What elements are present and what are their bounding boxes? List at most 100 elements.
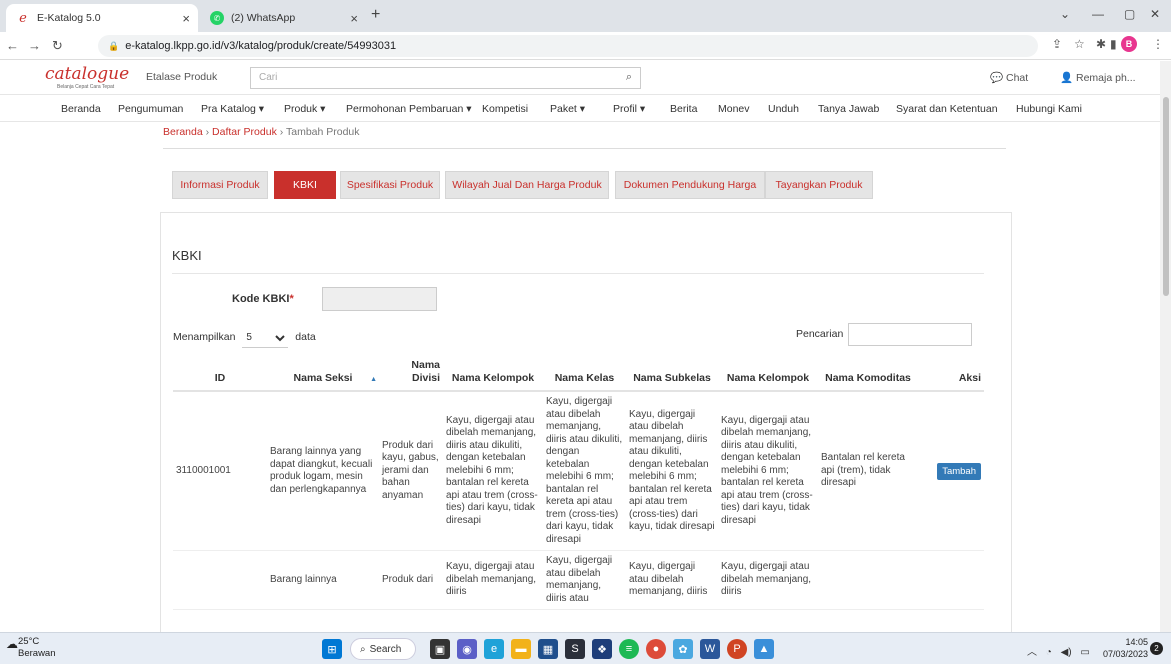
bookmark-star-icon[interactable]: ☆ (1074, 37, 1085, 51)
site-logo[interactable]: catalogue Belanja Cepat Cara Tepat (45, 64, 129, 90)
menu-pra-katalog[interactable]: Pra Katalog ▾ (201, 103, 264, 115)
weather-desc: Berawan (18, 648, 56, 659)
url-bar[interactable]: 🔒 e-katalog.lkpp.go.id/v3/katalog/produk… (98, 35, 1038, 57)
back-icon[interactable]: ← (6, 38, 19, 53)
divider (163, 148, 1006, 149)
close-window-icon[interactable]: ✕ (1150, 7, 1160, 21)
scrollbar-thumb[interactable] (1163, 97, 1169, 296)
taskbar-search[interactable]: ⌕ Search (350, 638, 416, 660)
menu-tanya-jawab[interactable]: Tanya Jawab (818, 103, 879, 115)
close-tab-icon[interactable]: × (350, 11, 358, 26)
menu-syarat-ketentuan[interactable]: Syarat dan Ketentuan (896, 103, 998, 115)
etalase-link[interactable]: Etalase Produk (146, 71, 217, 83)
sort-asc-icon: ▲ (370, 376, 377, 383)
chevron-up-icon[interactable]: ︿ (1027, 647, 1037, 658)
menu-kompetisi[interactable]: Kompetisi (482, 103, 528, 115)
file-explorer-icon[interactable]: ▬ (511, 639, 531, 659)
menu-monev[interactable]: Monev (718, 103, 750, 115)
forward-icon[interactable]: → (28, 38, 41, 53)
extensions-icon[interactable]: ✱ (1096, 37, 1106, 51)
tab-ekatalog[interactable]: e E-Katalog 5.0 × (6, 4, 198, 32)
kode-kbki-input[interactable] (322, 287, 437, 311)
tambah-button[interactable]: Tambah (937, 462, 981, 480)
col-id[interactable]: ID (173, 355, 267, 392)
tab-title: E-Katalog 5.0 (37, 12, 101, 24)
page-length-control: Menampilkan 5 data (173, 328, 316, 348)
site-search-input[interactable]: Cari ⌕ (250, 67, 641, 89)
breadcrumb-daftar-produk[interactable]: Daftar Produk (212, 126, 277, 138)
clock-time: 14:05 (1125, 637, 1148, 647)
col-nama-kelompok-2[interactable]: Nama Kelompok (718, 355, 818, 392)
data-label: data (295, 331, 316, 343)
chrome-icon[interactable]: ● (646, 639, 666, 659)
close-tab-icon[interactable]: × (182, 11, 190, 26)
system-tray[interactable]: ︿ ◔ ◀) ▭ (1027, 643, 1090, 658)
browser-menu-icon[interactable]: ⋮ (1152, 37, 1164, 51)
table-header-row: ID Nama Seksi ▲ Nama Divisi Nama Kelompok… (173, 355, 984, 392)
weather-widget[interactable]: ☁ 25°C Berawan (6, 636, 56, 660)
cell-aksi: Tambah (918, 391, 984, 551)
chat-app-icon[interactable]: ◉ (457, 639, 477, 659)
menu-permohonan-pembaruan[interactable]: Permohonan Pembaruan ▾ (346, 103, 472, 115)
cell-nama-kelas: Kayu, digergaji atau dibelah memanjang, … (543, 550, 626, 610)
url-text: e-katalog.lkpp.go.id/v3/katalog/produk/c… (125, 40, 397, 52)
menu-unduh[interactable]: Unduh (768, 103, 799, 115)
share-icon[interactable]: ⇪ (1052, 37, 1062, 51)
tab-spesifikasi-produk[interactable]: Spesifikasi Produk (340, 171, 440, 199)
col-nama-divisi[interactable]: Nama Divisi (379, 355, 443, 392)
windows-start-icon[interactable]: ⊞ (322, 639, 342, 659)
edge-icon[interactable]: e (484, 639, 504, 659)
kode-kbki-label: Kode KBKI* (232, 293, 294, 305)
photos-icon[interactable]: ▲ (754, 639, 774, 659)
menu-hubungi-kami[interactable]: Hubungi Kami (1016, 103, 1082, 115)
breadcrumb-home[interactable]: Beranda (163, 126, 203, 138)
minimize-icon[interactable]: — (1092, 7, 1104, 21)
battery-icon: ▭ (1080, 647, 1090, 658)
col-nama-kelas[interactable]: Nama Kelas (543, 355, 626, 392)
cell-id: 3110001001 (173, 391, 267, 551)
tab-kbki[interactable]: KBKI (274, 171, 336, 199)
cell-nama-subkelas: Kayu, digergaji atau dibelah memanjang, … (626, 550, 718, 610)
user-menu[interactable]: 👤 Remaja ph... (1060, 71, 1136, 84)
user-icon: 👤 (1060, 72, 1074, 84)
tab-informasi-produk[interactable]: Informasi Produk (172, 171, 268, 199)
col-nama-seksi[interactable]: Nama Seksi ▲ (267, 355, 379, 392)
tab-whatsapp[interactable]: ✆ (2) WhatsApp × (200, 4, 366, 32)
task-view-icon[interactable]: ▣ (430, 639, 450, 659)
search-icon[interactable]: ⌕ (626, 71, 632, 84)
tab-tayangkan-produk[interactable]: Tayangkan Produk (765, 171, 873, 199)
store-icon[interactable]: ▦ (538, 639, 558, 659)
tab-list-chevron-icon[interactable]: ⌄ (1060, 7, 1070, 21)
spotify-icon[interactable]: ≡ (619, 639, 639, 659)
col-nama-komoditas[interactable]: Nama Komoditas (818, 355, 918, 392)
user-label: Remaja ph... (1076, 72, 1136, 84)
menu-produk[interactable]: Produk ▾ (284, 103, 325, 115)
chat-link[interactable]: 💬 Chat (990, 71, 1028, 84)
profile-avatar[interactable]: B (1121, 36, 1137, 52)
page-size-select[interactable]: 5 (242, 328, 289, 348)
cell-id (173, 550, 267, 610)
powerpoint-icon[interactable]: P (727, 639, 747, 659)
restore-icon[interactable]: ▢ (1124, 7, 1135, 21)
menu-pengumuman[interactable]: Pengumuman (118, 103, 183, 115)
new-tab-icon[interactable]: + (371, 6, 380, 24)
col-nama-subkelas[interactable]: Nama Subkelas (626, 355, 718, 392)
col-nama-kelompok[interactable]: Nama Kelompok (443, 355, 543, 392)
menu-paket[interactable]: Paket ▾ (550, 103, 585, 115)
menu-berita[interactable]: Berita (670, 103, 697, 115)
table-search-input[interactable] (848, 323, 972, 346)
cell-nama-kelas: Kayu, digergaji atau dibelah memanjang, … (543, 391, 626, 551)
tab-wilayah-jual-harga[interactable]: Wilayah Jual Dan Harga Produk (445, 171, 609, 199)
sidepanel-icon[interactable]: ▮ (1110, 37, 1117, 51)
tab-dokumen-pendukung-harga[interactable]: Dokumen Pendukung Harga (615, 171, 765, 199)
word-icon[interactable]: W (700, 639, 720, 659)
app-s-icon[interactable]: S (565, 639, 585, 659)
menu-profil[interactable]: Profil ▾ (613, 103, 645, 115)
app-blue-icon[interactable]: ✿ (673, 639, 693, 659)
notification-badge[interactable]: 2 (1150, 642, 1163, 655)
dropbox-icon[interactable]: ❖ (592, 639, 612, 659)
reload-icon[interactable]: ↻ (52, 38, 63, 54)
clock[interactable]: 14:05 07/03/2023 (1098, 636, 1148, 660)
menu-beranda[interactable]: Beranda (61, 103, 101, 115)
main-menu: Beranda Pengumuman Pra Katalog ▾ Produk … (0, 95, 1160, 122)
